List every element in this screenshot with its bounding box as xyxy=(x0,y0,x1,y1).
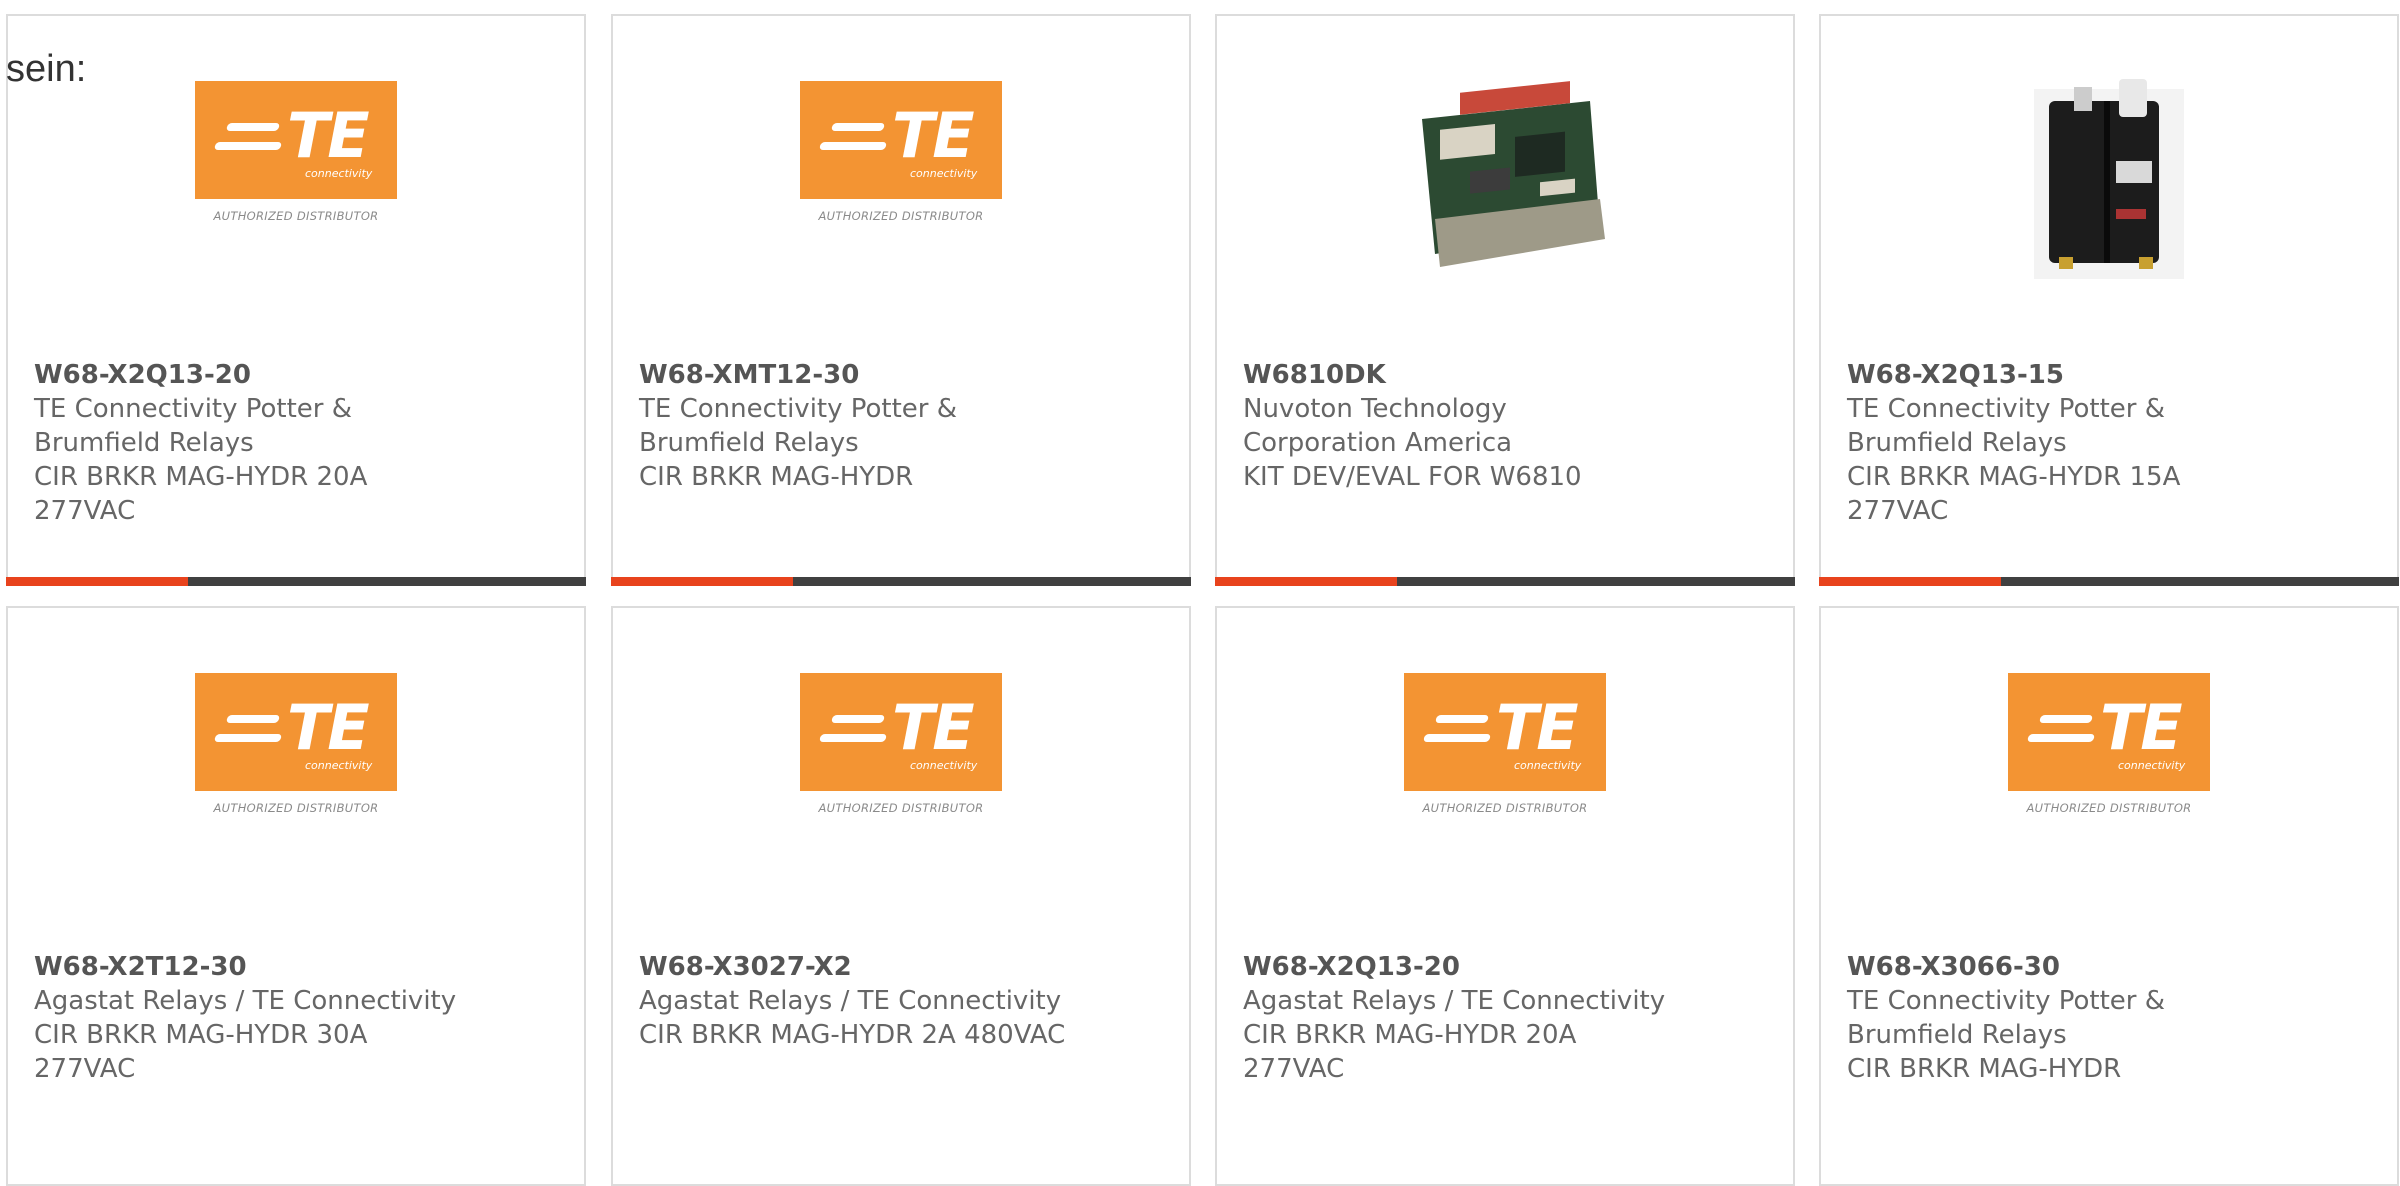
description: CIR BRKR MAG-HYDR xyxy=(1847,1054,2122,1084)
product-card[interactable]: W68-X2Q13-15 TE Connectivity Potter & Br… xyxy=(1819,14,2399,586)
product-image: TE connectivity AUTHORIZED DISTRIBUTOR xyxy=(8,81,584,301)
description: CIR BRKR MAG-HYDR xyxy=(639,462,914,492)
te-connectivity-logo: TE connectivity AUTHORIZED DISTRIBUTOR xyxy=(800,673,1002,815)
description: CIR BRKR MAG-HYDR 2A 480VAC xyxy=(639,1020,1066,1050)
part-number[interactable]: W68-X2Q13-15 xyxy=(1847,358,2327,392)
te-connectivity-logo: TE connectivity AUTHORIZED DISTRIBUTOR xyxy=(1404,673,1606,815)
manufacturer: Agastat Relays / TE Connectivity xyxy=(639,986,1062,1016)
manufacturer: Nuvoton Technology Corporation America xyxy=(1243,394,1513,458)
manufacturer: TE Connectivity Potter & Brumfield Relay… xyxy=(1847,986,2166,1050)
te-connectivity-logo: TE connectivity AUTHORIZED DISTRIBUTOR xyxy=(800,81,1002,223)
product-image: TE connectivity AUTHORIZED DISTRIBUTOR xyxy=(1821,673,2397,893)
circuit-board-photo xyxy=(1422,81,1605,267)
description: CIR BRKR MAG-HYDR 20A 277VAC xyxy=(1243,1020,1577,1084)
te-connectivity-logo: TE connectivity AUTHORIZED DISTRIBUTOR xyxy=(195,673,397,815)
part-number[interactable]: W6810DK xyxy=(1243,358,1723,392)
manufacturer: Agastat Relays / TE Connectivity xyxy=(34,986,457,1016)
description: CIR BRKR MAG-HYDR 20A 277VAC xyxy=(34,462,368,526)
manufacturer: TE Connectivity Potter & Brumfield Relay… xyxy=(1847,394,2166,458)
te-connectivity-logo: TE connectivity AUTHORIZED DISTRIBUTOR xyxy=(2008,673,2210,815)
card-accent-bar xyxy=(6,577,586,586)
product-image xyxy=(1821,79,2397,301)
card-accent-bar xyxy=(1215,577,1795,586)
product-card[interactable]: TE connectivity AUTHORIZED DISTRIBUTOR W… xyxy=(6,14,586,586)
description: CIR BRKR MAG-HYDR 15A 277VAC xyxy=(1847,462,2181,526)
product-card[interactable]: TE connectivity AUTHORIZED DISTRIBUTOR W… xyxy=(1215,606,1795,1186)
te-connectivity-logo: TE connectivity AUTHORIZED DISTRIBUTOR xyxy=(195,81,397,223)
circuit-breaker-photo xyxy=(2034,79,2184,279)
product-image: TE connectivity AUTHORIZED DISTRIBUTOR xyxy=(8,673,584,893)
product-image: TE connectivity AUTHORIZED DISTRIBUTOR xyxy=(613,673,1189,893)
part-number[interactable]: W68-X3066-30 xyxy=(1847,950,2327,984)
manufacturer: Agastat Relays / TE Connectivity xyxy=(1243,986,1666,1016)
product-image xyxy=(1217,81,1793,301)
part-number[interactable]: W68-X2Q13-20 xyxy=(34,358,514,392)
description: CIR BRKR MAG-HYDR 30A 277VAC xyxy=(34,1020,368,1084)
card-accent-bar xyxy=(1819,577,2399,586)
product-card[interactable]: TE connectivity AUTHORIZED DISTRIBUTOR W… xyxy=(6,606,586,1186)
product-card[interactable]: W6810DK Nuvoton Technology Corporation A… xyxy=(1215,14,1795,586)
part-number[interactable]: W68-X2T12-30 xyxy=(34,950,514,984)
product-card[interactable]: TE connectivity AUTHORIZED DISTRIBUTOR W… xyxy=(611,606,1191,1186)
part-number[interactable]: W68-X2Q13-20 xyxy=(1243,950,1723,984)
description: KIT DEV/EVAL FOR W6810 xyxy=(1243,462,1582,492)
manufacturer: TE Connectivity Potter & Brumfield Relay… xyxy=(34,394,353,458)
manufacturer: TE Connectivity Potter & Brumfield Relay… xyxy=(639,394,958,458)
product-image: TE connectivity AUTHORIZED DISTRIBUTOR xyxy=(1217,673,1793,893)
product-image: TE connectivity AUTHORIZED DISTRIBUTOR xyxy=(613,81,1189,301)
product-card[interactable]: TE connectivity AUTHORIZED DISTRIBUTOR W… xyxy=(1819,606,2399,1186)
product-card[interactable]: TE connectivity AUTHORIZED DISTRIBUTOR W… xyxy=(611,14,1191,586)
section-heading: sein: xyxy=(6,48,87,90)
card-accent-bar xyxy=(611,577,1191,586)
part-number[interactable]: W68-XMT12-30 xyxy=(639,358,1119,392)
part-number[interactable]: W68-X3027-X2 xyxy=(639,950,1119,984)
